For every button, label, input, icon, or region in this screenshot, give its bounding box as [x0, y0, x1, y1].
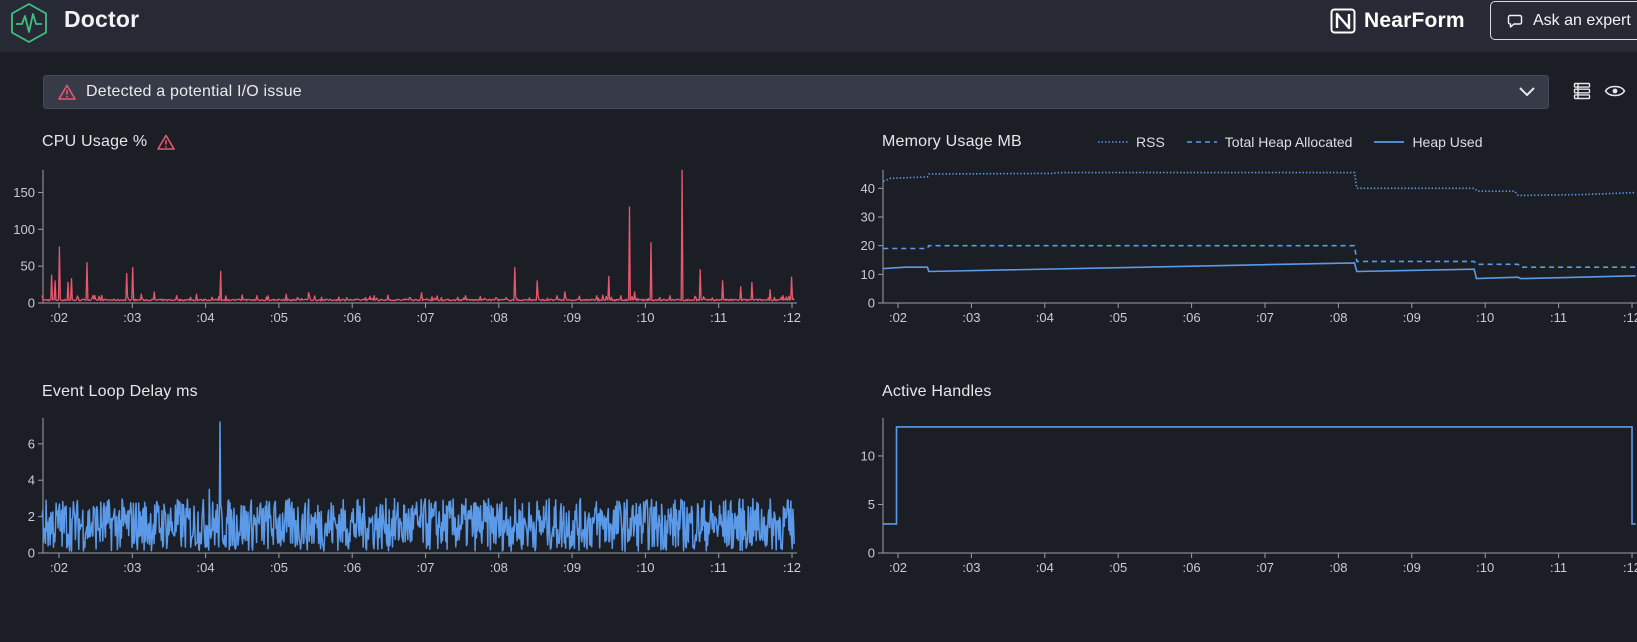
- handles-x-tick-label: :06: [1183, 560, 1201, 575]
- cpu-x-tick-label: :04: [197, 310, 215, 325]
- cpu-y-tick-label: 150: [13, 185, 35, 200]
- event_loop-x-tick-label: :09: [563, 560, 581, 575]
- handles-x-tick-label: :12: [1623, 560, 1637, 575]
- cpu-x-tick-label: :05: [270, 310, 288, 325]
- memory-y-tick-label: 40: [861, 181, 875, 196]
- memory-x-tick-label: :07: [1256, 310, 1274, 325]
- handles-x-tick-label: :05: [1109, 560, 1127, 575]
- cpu-x-tick-label: :12: [783, 310, 801, 325]
- memory-x-tick-label: :12: [1623, 310, 1637, 325]
- cpu-y-tick-label: 100: [13, 222, 35, 237]
- handles-x-tick-label: :10: [1476, 560, 1494, 575]
- charts-canvas: 050100150:02:03:04:05:06:07:08:09:10:11:…: [13, 169, 1637, 575]
- event_loop-x-tick-label: :11: [710, 560, 727, 575]
- event-loop-series-line: [41, 421, 795, 552]
- handles-axes: 0 5 10 :02 :03 :04 :05 :06 :07 :08 :09 :10 :11 :12: [861, 418, 1637, 575]
- handles-x-tick-label: :11: [1550, 560, 1567, 575]
- event_loop-x-tick-label: :04: [197, 560, 215, 575]
- handles-y-tick-label: 5: [868, 497, 875, 512]
- memory-x-tick-label: :11: [1550, 310, 1567, 325]
- memory-y-tick-label: 10: [861, 267, 875, 282]
- handles-y-tick-label: 0: [868, 546, 875, 561]
- cpu-series-line: [41, 169, 795, 302]
- handles-x-tick-label: :07: [1256, 560, 1274, 575]
- memory-y-tick-label: 30: [861, 210, 875, 225]
- cpu-x-tick-label: :11: [710, 310, 727, 325]
- memory-x-tick-label: :03: [962, 310, 980, 325]
- cpu-x-tick-label: :10: [636, 310, 654, 325]
- event_loop-x-tick-label: :08: [490, 560, 508, 575]
- event_loop-x-tick-label: :05: [270, 560, 288, 575]
- memory-axes: 0 10 20 30 40 :02 :03 :04 :05 :06 :07 :08 :09 :10 :11:…: [861, 170, 1637, 325]
- cpu-x-tick-label: :03: [123, 310, 141, 325]
- handles-x-tick-label: :04: [1036, 560, 1054, 575]
- event_loop-x-tick-label: :02: [50, 560, 68, 575]
- event_loop-y-tick-label: 6: [28, 436, 35, 451]
- memory-x-tick-label: :09: [1403, 310, 1421, 325]
- event_loop-x-tick-label: :06: [343, 560, 361, 575]
- handles-series-line: [883, 426, 1636, 525]
- cpu-x-tick-label: :02: [50, 310, 68, 325]
- memory-x-tick-label: :04: [1036, 310, 1054, 325]
- memory-x-tick-label: :06: [1183, 310, 1201, 325]
- memory-x-tick-label: :05: [1109, 310, 1127, 325]
- cpu-y-tick-label: 0: [28, 296, 35, 311]
- memory-series-dashed-line: [883, 244, 1636, 268]
- cpu-x-tick-label: :09: [563, 310, 581, 325]
- memory-x-tick-label: :02: [889, 310, 907, 325]
- event_loop-y-tick-label: 2: [28, 509, 35, 524]
- event_loop-x-tick-label: :12: [783, 560, 801, 575]
- memory-series-solid-line: [883, 262, 1636, 280]
- cpu-x-tick-label: :08: [490, 310, 508, 325]
- event_loop-x-tick-label: :10: [636, 560, 654, 575]
- memory-y-tick-label: 0: [868, 296, 875, 311]
- handles-x-tick-label: :09: [1403, 560, 1421, 575]
- event_loop-y-tick-label: 4: [28, 473, 35, 488]
- cpu-x-tick-label: :06: [343, 310, 361, 325]
- cpu-y-tick-label: 50: [21, 259, 35, 274]
- handles-y-tick-label: 10: [861, 448, 875, 463]
- event_loop-y-tick-label: 0: [28, 546, 35, 561]
- memory-y-tick-label: 20: [861, 238, 875, 253]
- handles-x-tick-label: :03: [962, 560, 980, 575]
- handles-x-tick-label: :08: [1329, 560, 1347, 575]
- memory-x-tick-label: :10: [1476, 310, 1494, 325]
- memory-x-tick-label: :08: [1329, 310, 1347, 325]
- event_loop-x-tick-label: :03: [123, 560, 141, 575]
- handles-x-tick-label: :02: [889, 560, 907, 575]
- cpu-x-tick-label: :07: [416, 310, 434, 325]
- event_loop-x-tick-label: :07: [416, 560, 434, 575]
- memory-series-dotted-line: [883, 171, 1636, 197]
- event_loop-axes: 0 2 4 6 :02 :03 :04 :05 :06 :07 :08 :09 :10 :11 :12: [28, 418, 801, 575]
